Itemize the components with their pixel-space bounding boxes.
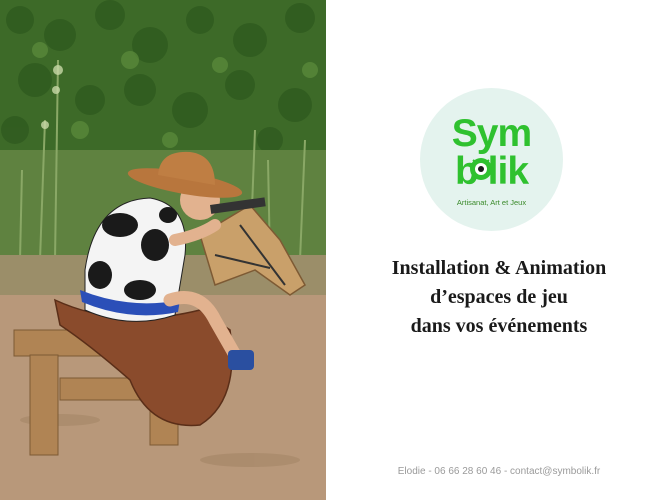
child-on-wooden-horse-illustration <box>0 0 326 500</box>
headline-line-3: dans vos événements <box>410 315 588 337</box>
hero-photo <box>0 0 326 500</box>
logo-tagline: Artisanat, Art et Jeux <box>456 198 527 207</box>
eye-icon <box>470 158 492 180</box>
symbolik-logo: Sym b lik Artisanat, Art et Jeux <box>420 88 563 231</box>
contact-info: Elodie - 06 66 28 60 46 - contact@symbol… <box>397 466 601 477</box>
headline-line-1: Installation & Animation <box>391 257 607 279</box>
headline: Installation & Animation d’espaces de je… <box>340 254 658 341</box>
headline-line-2: d’espaces de jeu <box>430 286 568 308</box>
